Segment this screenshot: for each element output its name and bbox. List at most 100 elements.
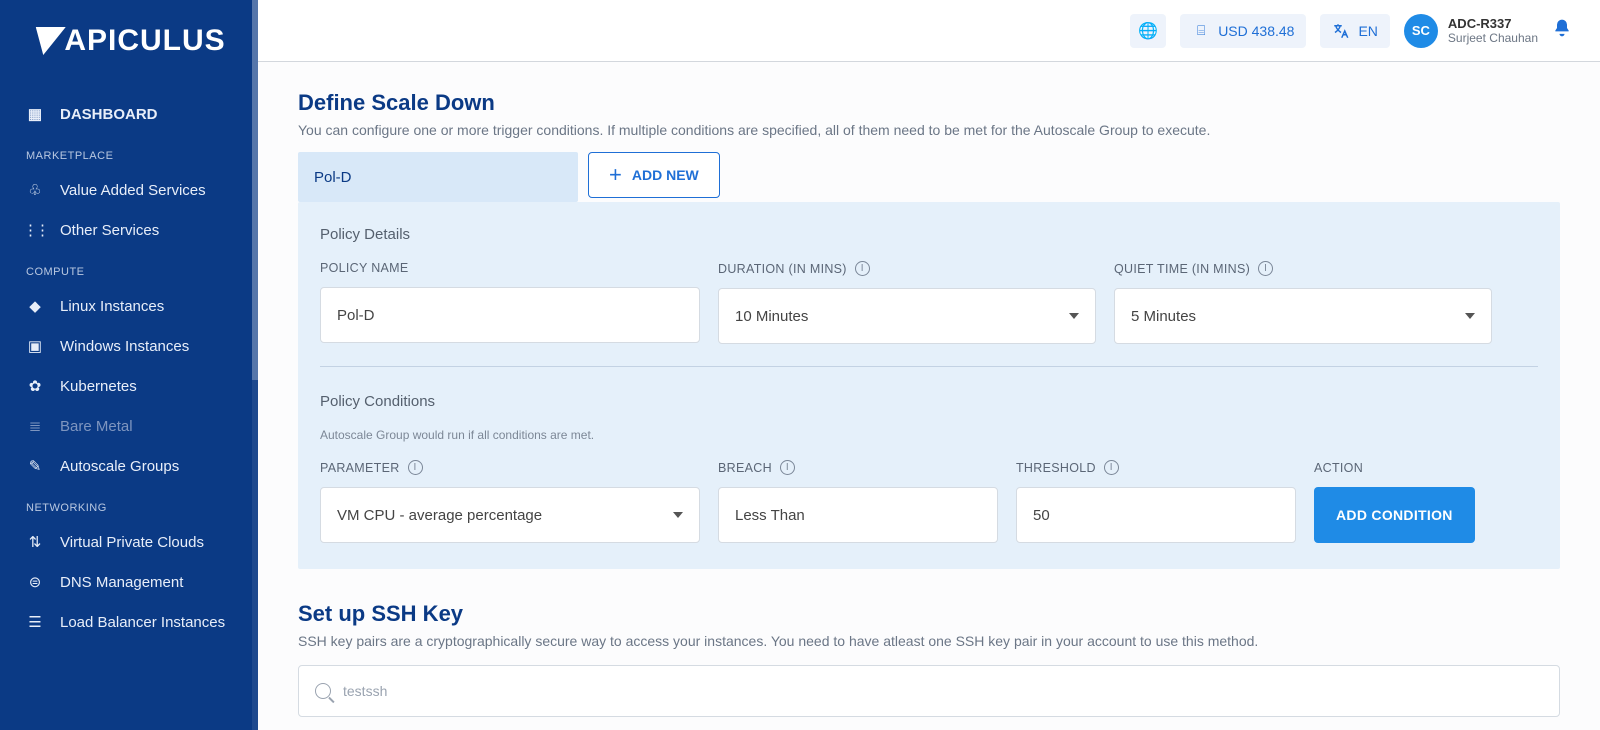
nav-vas[interactable]: Value Added Services bbox=[0, 170, 258, 210]
autoscale-icon bbox=[26, 457, 44, 475]
parameter-field: PARAMETER i VM CPU - average percentage bbox=[320, 460, 700, 543]
breach-label: BREACH i bbox=[718, 460, 998, 475]
parameter-label-text: PARAMETER bbox=[320, 461, 400, 475]
breach-label-text: BREACH bbox=[718, 461, 772, 475]
vpc-icon bbox=[26, 533, 44, 551]
nav-bare-metal-label: Bare Metal bbox=[60, 418, 133, 435]
policy-tab[interactable]: Pol-D bbox=[298, 152, 578, 202]
info-icon[interactable]: i bbox=[1104, 460, 1119, 475]
other-services-icon bbox=[26, 221, 44, 239]
ssh-title: Set up SSH Key bbox=[298, 601, 1560, 627]
add-condition-button[interactable]: ADD CONDITION bbox=[1314, 487, 1475, 543]
nav-group-marketplace-title: MARKETPLACE bbox=[0, 134, 258, 170]
translate-icon bbox=[1332, 22, 1350, 40]
user-meta: ADC-R337 Surjeet Chauhan bbox=[1448, 16, 1538, 46]
duration-select[interactable]: 10 Minutes bbox=[718, 288, 1096, 344]
quiet-time-value: 5 Minutes bbox=[1131, 308, 1196, 325]
policy-panel: Policy Details POLICY NAME DURATION (IN … bbox=[298, 202, 1560, 569]
duration-field: DURATION (IN MINS) i 10 Minutes bbox=[718, 261, 1096, 344]
user-code: ADC-R337 bbox=[1448, 16, 1538, 32]
nav-other-services-label: Other Services bbox=[60, 222, 159, 239]
add-condition-label: ADD CONDITION bbox=[1336, 507, 1453, 523]
nav-lb[interactable]: Load Balancer Instances bbox=[0, 602, 258, 642]
language-chip[interactable]: EN bbox=[1320, 14, 1389, 48]
nav-other-services[interactable]: Other Services bbox=[0, 210, 258, 250]
nav-kubernetes[interactable]: Kubernetes bbox=[0, 366, 258, 406]
threshold-input-wrap bbox=[1016, 487, 1296, 543]
policy-details-row: POLICY NAME DURATION (IN MINS) i 10 Minu… bbox=[320, 261, 1538, 344]
ssh-desc: SSH key pairs are a cryptographically se… bbox=[298, 633, 1560, 649]
nav-vpc-label: Virtual Private Clouds bbox=[60, 534, 204, 551]
breach-input[interactable] bbox=[735, 507, 981, 524]
wallet-amount: USD 438.48 bbox=[1218, 23, 1294, 39]
ssh-search-placeholder: testssh bbox=[343, 683, 387, 699]
linux-icon bbox=[26, 297, 44, 315]
threshold-label: THRESHOLD i bbox=[1016, 460, 1296, 475]
quiet-time-field: QUIET TIME (IN MINS) i 5 Minutes bbox=[1114, 261, 1492, 344]
nav-dns[interactable]: DNS Management bbox=[0, 562, 258, 602]
policy-details-heading: Policy Details bbox=[320, 226, 1538, 243]
region-chip[interactable] bbox=[1130, 14, 1166, 48]
duration-label: DURATION (IN MINS) i bbox=[718, 261, 1096, 276]
globe-icon bbox=[1139, 22, 1157, 40]
nav-kubernetes-label: Kubernetes bbox=[60, 378, 137, 395]
info-icon[interactable]: i bbox=[855, 261, 870, 276]
parameter-select[interactable]: VM CPU - average percentage bbox=[320, 487, 700, 543]
nav-windows[interactable]: Windows Instances bbox=[0, 326, 258, 366]
nav-dns-label: DNS Management bbox=[60, 574, 183, 591]
nav-autoscale[interactable]: Autoscale Groups bbox=[0, 446, 258, 486]
nav-dashboard[interactable]: DASHBOARD bbox=[0, 94, 258, 134]
content-area: Define Scale Down You can configure one … bbox=[258, 62, 1600, 730]
user-name: Surjeet Chauhan bbox=[1448, 31, 1538, 45]
avatar-initials: SC bbox=[1412, 23, 1430, 38]
scale-down-desc: You can configure one or more trigger co… bbox=[298, 122, 1560, 138]
policy-name-label: POLICY NAME bbox=[320, 261, 700, 275]
main-column: USD 438.48 EN SC ADC-R337 Surjeet Chauha… bbox=[258, 0, 1600, 730]
caret-down-icon bbox=[1465, 313, 1475, 319]
topbar: USD 438.48 EN SC ADC-R337 Surjeet Chauha… bbox=[258, 0, 1600, 62]
policy-name-input-wrap bbox=[320, 287, 700, 343]
user-menu[interactable]: SC ADC-R337 Surjeet Chauhan bbox=[1404, 14, 1538, 48]
parameter-value: VM CPU - average percentage bbox=[337, 507, 542, 524]
nav-bare-metal[interactable]: Bare Metal bbox=[0, 406, 258, 446]
policy-tab-label: Pol-D bbox=[314, 169, 352, 186]
ssh-search-box[interactable]: testssh bbox=[298, 665, 1560, 717]
notifications-button[interactable] bbox=[1552, 18, 1572, 44]
brand-logo: APICULUS bbox=[0, 24, 258, 78]
add-new-button[interactable]: + ADD NEW bbox=[588, 152, 720, 198]
duration-value: 10 Minutes bbox=[735, 308, 808, 325]
dashboard-icon bbox=[26, 105, 44, 123]
breach-field: BREACH i bbox=[718, 460, 998, 543]
info-icon[interactable]: i bbox=[408, 460, 423, 475]
info-icon[interactable]: i bbox=[1258, 261, 1273, 276]
wallet-chip[interactable]: USD 438.48 bbox=[1180, 14, 1306, 48]
quiet-time-select[interactable]: 5 Minutes bbox=[1114, 288, 1492, 344]
scale-down-title: Define Scale Down bbox=[298, 90, 1560, 116]
brand-mark-icon bbox=[29, 27, 67, 55]
policy-name-input[interactable] bbox=[337, 307, 683, 324]
nav-linux[interactable]: Linux Instances bbox=[0, 286, 258, 326]
info-icon[interactable]: i bbox=[780, 460, 795, 475]
brand-name: APICULUS bbox=[64, 24, 225, 58]
quiet-time-label-text: QUIET TIME (IN MINS) bbox=[1114, 262, 1250, 276]
windows-icon bbox=[26, 337, 44, 355]
threshold-field: THRESHOLD i bbox=[1016, 460, 1296, 543]
kubernetes-icon bbox=[26, 377, 44, 395]
action-field: ACTION ADD CONDITION bbox=[1314, 461, 1494, 543]
sidebar: APICULUS DASHBOARD MARKETPLACE Value Add… bbox=[0, 0, 258, 730]
sidebar-scrollbar-thumb[interactable] bbox=[252, 0, 258, 380]
policy-conditions-heading: Policy Conditions bbox=[320, 393, 1538, 410]
nav-vpc[interactable]: Virtual Private Clouds bbox=[0, 522, 258, 562]
quiet-time-label: QUIET TIME (IN MINS) i bbox=[1114, 261, 1492, 276]
duration-label-text: DURATION (IN MINS) bbox=[718, 262, 847, 276]
caret-down-icon bbox=[1069, 313, 1079, 319]
nav-windows-label: Windows Instances bbox=[60, 338, 189, 355]
breach-input-wrap bbox=[718, 487, 998, 543]
panel-divider bbox=[320, 366, 1538, 367]
nav-group-networking-title: NETWORKING bbox=[0, 486, 258, 522]
threshold-label-text: THRESHOLD bbox=[1016, 461, 1096, 475]
language-code: EN bbox=[1358, 23, 1377, 39]
nav-linux-label: Linux Instances bbox=[60, 298, 164, 315]
threshold-input[interactable] bbox=[1033, 507, 1279, 524]
policy-conditions-row: PARAMETER i VM CPU - average percentage … bbox=[320, 460, 1538, 543]
